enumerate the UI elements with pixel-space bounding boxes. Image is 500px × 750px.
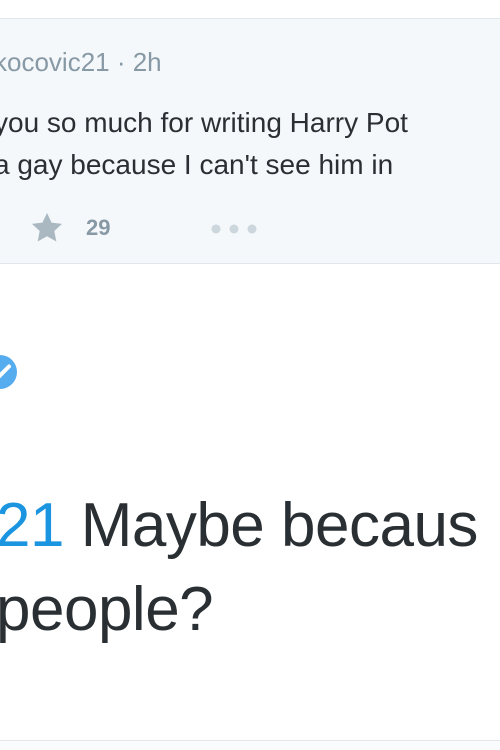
bottom-divider: [0, 740, 500, 750]
quoted-tweet-meta[interactable]: kocovic21 · 2h: [0, 47, 162, 78]
verified-badge-icon: [0, 355, 17, 389]
quoted-tweet-actions: 29: [0, 209, 500, 249]
reply-tweet-text-rest: Maybe becaus: [63, 491, 479, 560]
quoted-tweet-text-line-1: you so much for writing Harry Pot: [0, 107, 408, 138]
tweet-page: kocovic21 · 2h you so much for writing H…: [0, 0, 500, 750]
quoted-tweet-text-line-2: a gay because I can't see him in: [0, 149, 394, 180]
reply-tweet-text-line-2: people?: [0, 575, 214, 644]
more-icon[interactable]: [210, 223, 258, 235]
star-icon[interactable]: [28, 209, 66, 247]
mention-link[interactable]: 21: [0, 491, 64, 560]
favorite-count: 29: [86, 215, 111, 240]
reply-tweet-text-line-1: 21 Maybe becaus: [0, 490, 478, 561]
quoted-tweet-card[interactable]: kocovic21 · 2h you so much for writing H…: [0, 18, 500, 264]
